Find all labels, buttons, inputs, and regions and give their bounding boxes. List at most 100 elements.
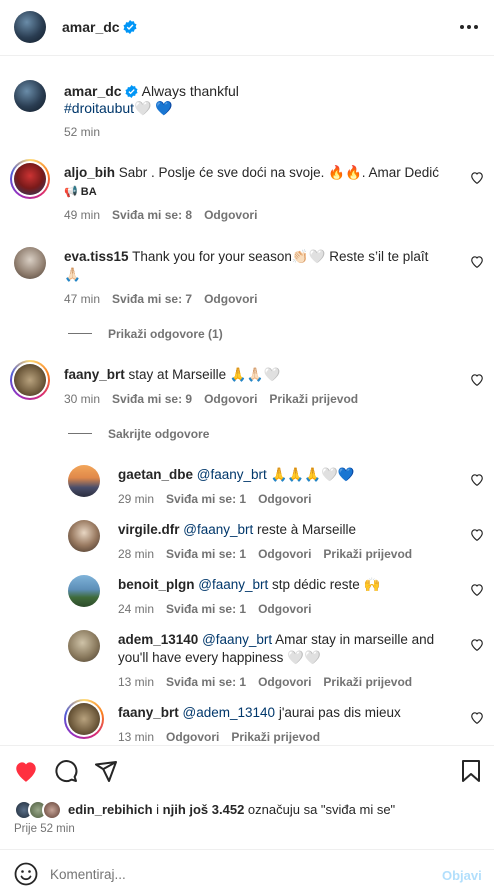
replier-avatar[interactable] [68,465,100,497]
reply-username[interactable]: gaetan_dbe [118,467,193,482]
caption-time: 52 min [64,125,101,139]
verified-icon [125,85,139,98]
reply-username[interactable]: virgile.dfr [118,522,180,537]
reply-time: 28 min [118,547,155,561]
reply-username[interactable]: faany_brt [118,705,179,720]
comment-input[interactable] [50,863,420,885]
reply-like-count[interactable]: Sviđa mi se: 1 [166,492,246,506]
reply-body: j'aurai pas dis mieux [275,705,401,720]
caption-emoji: 🤍 💙 [134,100,173,116]
like-reply-icon[interactable] [470,711,484,724]
replies-divider [68,333,92,334]
like-reply-icon[interactable] [470,583,484,596]
reply-like-count[interactable]: Sviđa mi se: 1 [166,602,246,616]
see-translation-button[interactable]: Prikaži prijevod [231,730,320,744]
mention-link[interactable]: @faany_brt [198,577,268,592]
liker-username[interactable]: edin_rebihich [68,802,153,817]
reply-body: reste à Marseille [253,522,357,537]
liker-avatar [42,800,62,820]
reply-button[interactable]: Odgovori [258,602,311,616]
caption-text: amar_dc Always thankful [64,82,239,100]
mention-link[interactable]: @faany_brt [197,467,267,482]
like-comment-icon[interactable] [470,171,484,184]
replier-avatar[interactable] [68,520,100,552]
post-timestamp[interactable]: Prije 52 min [14,823,75,835]
commenter-avatar[interactable] [10,159,50,199]
comment-username[interactable]: faany_brt [64,367,125,382]
reply-meta: 28 min Sviđa mi se: 1 Odgovori Prikaži p… [118,547,412,561]
like-reply-icon[interactable] [470,528,484,541]
reply-button[interactable]: Odgovori [166,730,219,744]
reply-button[interactable]: Odgovori [204,392,257,406]
reply-text: adem_13140 @faany_brt Amar stay in marse… [118,631,434,649]
header-author: amar_dc [62,19,137,35]
see-translation-button[interactable]: Prikaži prijevod [269,392,358,406]
caption-username[interactable]: amar_dc [64,83,122,99]
post-comment-button[interactable]: Objavi [442,868,482,883]
reply-username[interactable]: benoit_plgn [118,577,195,592]
comment-meta: 47 min Sviđa mi se: 7 Odgovori [64,292,257,306]
like-filled-icon[interactable] [13,759,39,783]
replier-avatar[interactable] [64,699,104,739]
save-icon[interactable] [461,759,481,783]
mention-link[interactable]: @faany_brt [183,522,253,537]
likers-avatars[interactable] [14,800,70,820]
share-icon[interactable] [94,759,118,783]
mention-link[interactable]: @faany_brt [202,632,272,647]
likes-count-link[interactable]: njih još 3.452 [163,802,245,817]
reply-like-count[interactable]: Sviđa mi se: 1 [166,675,246,689]
more-options-icon[interactable] [459,20,479,34]
reply-button[interactable]: Odgovori [258,547,311,561]
reply-text: benoit_plgn @faany_brt stp dédic reste 🙌 [118,576,380,594]
comment-meta: 49 min Sviđa mi se: 8 Odgovori [64,208,257,222]
comment-username[interactable]: aljo_bih [64,165,115,180]
caption-avatar[interactable] [14,80,46,112]
commenter-avatar[interactable] [10,360,50,400]
author-username[interactable]: amar_dc [62,19,120,35]
show-replies-button[interactable]: Prikaži odgovore (1) [108,327,223,341]
comment-body-line2: 🙏🏻 [64,267,81,282]
comment-text: eva.tiss15 Thank you for your season👏🏻🤍 … [64,248,428,266]
like-reply-icon[interactable] [470,473,484,486]
emoji-icon[interactable] [14,862,38,886]
reply-like-count[interactable]: Sviđa mi se: 1 [166,547,246,561]
comment-text: faany_brt stay at Marseille 🙏🙏🏻🤍 [64,366,280,384]
reply-time: 29 min [118,492,155,506]
reply-button[interactable]: Odgovori [204,208,257,222]
likes-suffix: označuju sa "sviđa mi se" [244,802,396,817]
author-avatar[interactable] [14,11,46,43]
reply-meta: 24 min Sviđa mi se: 1 Odgovori [118,602,311,616]
replier-avatar[interactable] [68,630,100,662]
hide-replies-button[interactable]: Sakrijte odgovore [108,427,209,441]
hashtag-link[interactable]: #droitaubut [64,100,134,116]
verified-icon [123,20,137,34]
reply-text: virgile.dfr @faany_brt reste à Marseille [118,521,356,539]
commenter-avatar[interactable] [14,247,46,279]
like-comment-icon[interactable] [470,373,484,386]
comment-time: 47 min [64,292,101,306]
like-comment-icon[interactable] [470,255,484,268]
replier-avatar[interactable] [68,575,100,607]
see-translation-button[interactable]: Prikaži prijevod [323,547,412,561]
likes-summary: edin_rebihich i njih još 3.452 označuju … [68,802,395,817]
comment-like-count[interactable]: Sviđa mi se: 9 [112,392,192,406]
comment-meta: 30 min Sviđa mi se: 9 Odgovori Prikaži p… [64,392,358,406]
comment-like-count[interactable]: Sviđa mi se: 8 [112,208,192,222]
comment-username[interactable]: eva.tiss15 [64,249,129,264]
comment-body: stay at Marseille 🙏🙏🏻🤍 [128,367,281,382]
comment-body: Thank you for your season👏🏻🤍 Reste s’il … [132,249,429,264]
comment-like-count[interactable]: Sviđa mi se: 7 [112,292,192,306]
post-actions: edin_rebihich i njih još 3.452 označuju … [0,745,494,849]
reply-button[interactable]: Odgovori [258,492,311,506]
caption-line2: #droitaubut🤍 💙 [64,99,173,117]
reply-button[interactable]: Odgovori [258,675,311,689]
comment-body-line2: 📢 BA [64,186,97,198]
replies-divider [68,433,92,434]
comment-icon[interactable] [54,759,78,783]
reply-time: 13 min [118,675,155,689]
see-translation-button[interactable]: Prikaži prijevod [323,675,412,689]
like-reply-icon[interactable] [470,638,484,651]
reply-button[interactable]: Odgovori [204,292,257,306]
reply-username[interactable]: adem_13140 [118,632,198,647]
mention-link[interactable]: @adem_13140 [183,705,276,720]
